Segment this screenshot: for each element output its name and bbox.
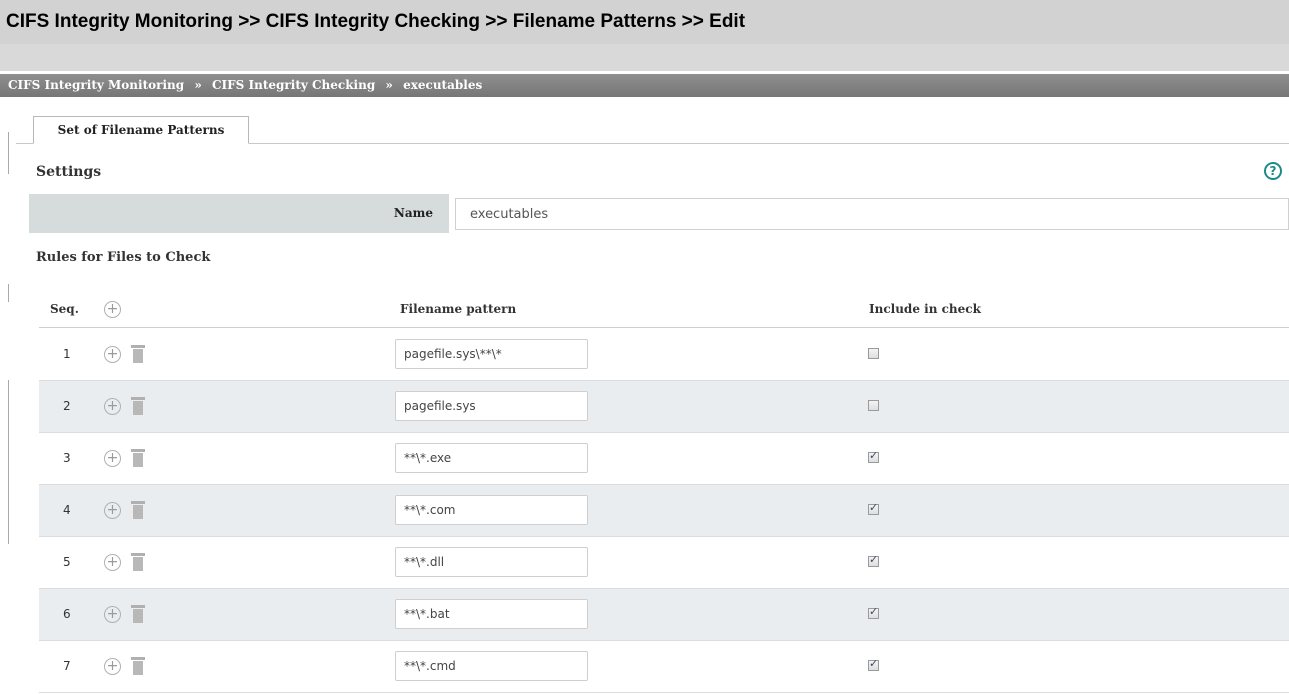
breadcrumb-item-checking[interactable]: CIFS Integrity Checking [212, 78, 375, 92]
breadcrumb: CIFS Integrity Monitoring » CIFS Integri… [0, 74, 1289, 97]
include-checkbox[interactable]: ✓ [868, 605, 879, 619]
breadcrumb-separator: » [194, 78, 202, 92]
trash-icon[interactable] [131, 397, 145, 415]
include-checkbox[interactable]: ✓ [868, 400, 879, 411]
settings-heading: Settings [36, 164, 102, 180]
trash-icon[interactable] [131, 605, 145, 623]
filename-pattern-input[interactable] [395, 651, 588, 681]
insert-rule-icon[interactable]: + [104, 398, 121, 415]
table-row: 2 + ✓ [39, 381, 1289, 433]
filename-pattern-input[interactable] [395, 339, 588, 369]
insert-rule-icon[interactable]: + [104, 606, 121, 623]
filename-pattern-input[interactable] [395, 547, 588, 577]
filename-pattern-input[interactable] [395, 443, 588, 473]
header-spacer [0, 44, 1289, 71]
table-row: 6 + ✓ [39, 589, 1289, 641]
rules-heading: Rules for Files to Check [36, 250, 211, 265]
row-seq: 4 [63, 503, 71, 517]
row-seq: 5 [63, 555, 71, 569]
filename-pattern-input[interactable] [395, 599, 588, 629]
include-checkbox[interactable]: ✓ [868, 501, 879, 515]
name-label: Name [393, 206, 433, 220]
include-checkbox[interactable]: ✓ [868, 553, 879, 567]
filename-pattern-input[interactable] [395, 391, 588, 421]
insert-rule-icon[interactable]: + [104, 554, 121, 571]
name-label-cell: Name [29, 194, 449, 233]
insert-rule-icon[interactable]: + [104, 346, 121, 363]
trash-icon[interactable] [131, 553, 145, 571]
table-row: 5 + ✓ [39, 537, 1289, 589]
row-seq: 6 [63, 607, 71, 621]
trash-icon[interactable] [131, 449, 145, 467]
insert-rule-icon[interactable]: + [104, 502, 121, 519]
tab-set-of-filename-patterns[interactable]: Set of Filename Patterns [33, 116, 249, 144]
row-seq: 7 [63, 659, 71, 673]
insert-rule-icon[interactable]: + [104, 658, 121, 675]
trash-icon[interactable] [131, 657, 145, 675]
name-input[interactable] [455, 198, 1289, 230]
trash-icon[interactable] [131, 345, 145, 363]
add-rule-icon[interactable]: + [104, 301, 121, 318]
include-checkbox[interactable]: ✓ [868, 657, 879, 671]
rules-table: 1 + ✓ 2 + ✓ 3 + ✓ 4 + ✓ 5 + ✓ 6 + ✓ [39, 329, 1289, 693]
filename-pattern-input[interactable] [395, 495, 588, 525]
include-checkbox[interactable]: ✓ [868, 449, 879, 463]
table-header-divider [39, 327, 1289, 328]
breadcrumb-separator: » [385, 78, 393, 92]
table-row: 1 + ✓ [39, 329, 1289, 381]
page-title: CIFS Integrity Monitoring >> CIFS Integr… [0, 0, 1289, 44]
trash-icon[interactable] [131, 501, 145, 519]
help-icon[interactable]: ? [1264, 162, 1282, 180]
column-header-include-in-check: Include in check [869, 302, 981, 316]
table-row: 7 + ✓ [39, 641, 1289, 693]
breadcrumb-item-current: executables [403, 78, 483, 92]
column-header-filename-pattern: Filename pattern [400, 302, 517, 316]
table-row: 4 + ✓ [39, 485, 1289, 537]
column-header-seq: Seq. [50, 302, 79, 316]
include-checkbox[interactable]: ✓ [868, 348, 879, 359]
row-seq: 2 [63, 399, 71, 413]
row-seq: 3 [63, 451, 71, 465]
insert-rule-icon[interactable]: + [104, 450, 121, 467]
row-seq: 1 [63, 347, 71, 361]
table-row: 3 + ✓ [39, 433, 1289, 485]
breadcrumb-item-monitoring[interactable]: CIFS Integrity Monitoring [8, 78, 184, 92]
